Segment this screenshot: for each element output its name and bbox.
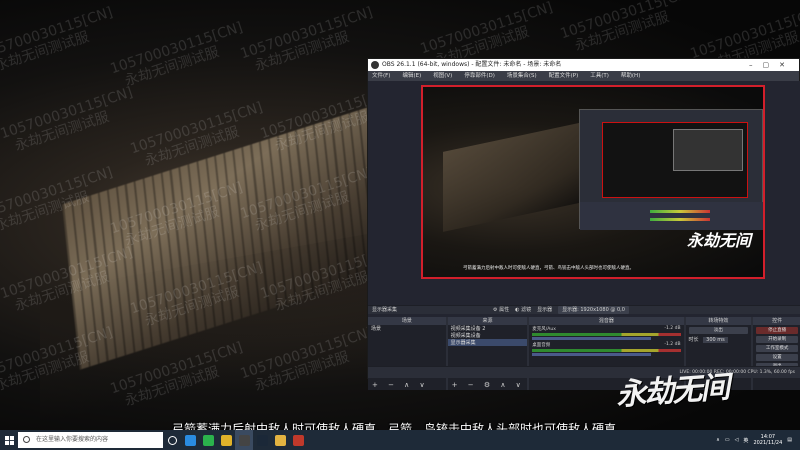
preview-area: 永劫无间 弓箭蓄满力后射中敌人时可使敌人硬直，弓箭、鸟铳击中敌人头部时也可使敌人… xyxy=(368,81,800,390)
scenes-dock: 场景 场景 + − ∧ ∨ xyxy=(368,317,446,390)
mixer-channel: 麦克风/Aux -1.2 dB xyxy=(529,325,683,341)
menu-file[interactable]: 文件(F) xyxy=(372,71,390,81)
obs-icon[interactable] xyxy=(235,430,253,450)
search-placeholder: 在这里输入你要搜索的内容 xyxy=(36,436,109,443)
filters-button[interactable]: ◐ 滤镜 xyxy=(515,306,531,314)
game-logo: 永劫无间 xyxy=(615,370,730,413)
source-item-selected[interactable]: 显示器采集 xyxy=(447,339,528,346)
notifications-icon[interactable]: ▤ xyxy=(787,437,792,443)
taskbar-clock[interactable]: 14:07 2021/11/24 xyxy=(753,434,782,446)
transition-select[interactable]: 淡出 xyxy=(688,327,749,334)
controls-header: 控件 xyxy=(753,317,800,325)
wechat-icon[interactable] xyxy=(199,430,217,450)
display-select[interactable]: 显示器: 1920x1080 @ 0,0 xyxy=(558,306,629,314)
menu-view[interactable]: 视图(V) xyxy=(433,71,452,81)
channel-db: -1.2 dB xyxy=(664,342,681,347)
scenes-header: 场景 xyxy=(368,317,446,325)
edge-icon[interactable] xyxy=(181,430,199,450)
menu-docks[interactable]: 停靠部件(D) xyxy=(464,71,495,81)
app-red-icon[interactable] xyxy=(289,430,307,450)
search-icon xyxy=(23,436,30,443)
preview-game-logo: 永劫无间 xyxy=(686,231,751,250)
nested-preview-inner xyxy=(673,129,743,171)
source-item[interactable]: 视频采集设备 xyxy=(448,332,528,339)
file-explorer-icon[interactable] xyxy=(271,430,289,450)
windows-logo-icon xyxy=(4,435,14,445)
scene-item[interactable]: 场景 xyxy=(368,325,446,332)
screen: 105700030115[CN]永劫无间测试服105700030115[CN]永… xyxy=(0,0,800,450)
channel-name: 麦克风/Aux xyxy=(532,327,556,332)
menu-tools[interactable]: 工具(T) xyxy=(590,71,609,81)
display-label: 显示器 xyxy=(537,307,553,313)
properties-button[interactable]: ⚙ 属性 xyxy=(493,306,509,314)
steam-icon[interactable] xyxy=(253,430,271,450)
taskbar-search-box[interactable]: 在这里输入你要搜索的内容 xyxy=(18,432,163,448)
mixer-channel: 桌面音频 -1.2 dB xyxy=(529,341,683,357)
source-item[interactable]: 视频采集设备 2 xyxy=(448,325,528,332)
obs-preview[interactable]: 永劫无间 弓箭蓄满力后射中敌人时可使敌人硬直，弓箭、鸟铳击中敌人头部时也可使敌人… xyxy=(421,85,765,279)
obs-titlebar[interactable]: OBS 26.1.1 (64-bit, windows) - 配置文件: 未命名… xyxy=(368,59,799,71)
sources-dock: 来源 视频采集设备 2 视频采集设备 显示器采集 + − ⚙ ∧ ∨ xyxy=(447,317,528,390)
menu-help[interactable]: 帮助(H) xyxy=(621,71,640,81)
system-tray: ∧ ▭ ◁ 英 14:07 2021/11/24 ▤ xyxy=(716,434,800,446)
start-button[interactable] xyxy=(0,430,18,450)
nested-meter xyxy=(650,210,710,213)
obs-window[interactable]: OBS 26.1.1 (64-bit, windows) - 配置文件: 未命名… xyxy=(367,58,800,390)
obs-menubar: 文件(F) 编辑(E) 视图(V) 停靠部件(D) 场景集合(S) 配置文件(P… xyxy=(368,71,799,81)
source-toolbar: 显示器采集 ⚙ 属性 ◐ 滤镜 显示器 显示器: 1920x1080 @ 0,0 xyxy=(368,305,800,314)
task-view-icon[interactable] xyxy=(163,430,181,450)
nested-meter xyxy=(650,218,710,221)
obs-docks: 场景 场景 + − ∧ ∨ 来源 视频采集设备 2 视频采集设备 显示器采集 +… xyxy=(368,317,800,390)
source-name: 显示器采集 xyxy=(372,307,398,313)
volume-icon[interactable]: ◁ xyxy=(735,437,739,443)
volume-meter xyxy=(532,349,681,352)
obs-status-bar: LIVE: 00:00:00 REC: 00:00:00 CPU: 1.3%, … xyxy=(368,366,800,378)
menu-edit[interactable]: 编辑(E) xyxy=(402,71,421,81)
controls-dock: 控件 停止直播 开始录制 工作室模式 设置 退出 xyxy=(753,317,800,390)
taskbar-apps xyxy=(181,430,307,450)
duration-input[interactable]: 300 ms xyxy=(703,337,728,343)
mixer-header: 混音器 xyxy=(529,317,684,325)
settings-button[interactable]: 设置 xyxy=(756,354,799,361)
tray-chevron-icon[interactable]: ∧ xyxy=(716,437,720,443)
obs-logo-icon xyxy=(371,61,379,69)
stop-streaming-button[interactable]: 停止直播 xyxy=(756,327,799,334)
obs-window-title: OBS 26.1.1 (64-bit, windows) - 配置文件: 未命名… xyxy=(382,61,562,68)
scenes-footer-buttons[interactable]: + − ∧ ∨ xyxy=(368,381,446,390)
nested-obs-preview xyxy=(579,109,763,230)
studio-mode-button[interactable]: 工作室模式 xyxy=(756,345,799,352)
sources-footer-buttons[interactable]: + − ⚙ ∧ ∨ xyxy=(448,381,528,390)
sources-header: 来源 xyxy=(447,317,528,325)
app-yellow-icon[interactable] xyxy=(217,430,235,450)
preview-scroll-image xyxy=(443,122,583,232)
duration-row: 时长 300 ms xyxy=(686,336,752,343)
ime-icon[interactable]: 英 xyxy=(743,437,748,444)
volume-slider[interactable] xyxy=(532,353,651,356)
transitions-header: 转场特效 xyxy=(685,317,752,325)
nested-docks xyxy=(580,202,763,230)
channel-db: -1.2 dB xyxy=(664,326,681,331)
clock-date: 2021/11/24 xyxy=(753,440,783,446)
preview-subtitle: 弓箭蓄满力后射中敌人时可使敌人硬直，弓箭、鸟铳击中敌人头部时也可使敌人硬直。 xyxy=(463,266,634,271)
network-icon[interactable]: ▭ xyxy=(725,437,730,443)
duration-label: 时长 xyxy=(688,337,699,343)
window-controls[interactable]: –▢✕ xyxy=(749,59,795,71)
volume-meter xyxy=(532,333,681,336)
menu-scene-collection[interactable]: 场景集合(S) xyxy=(507,71,537,81)
volume-slider[interactable] xyxy=(532,337,651,340)
taskbar: 在这里输入你要搜索的内容 ∧ ▭ ◁ 英 14:07 2021/11/24 ▤ xyxy=(0,430,800,450)
start-recording-button[interactable]: 开始录制 xyxy=(756,336,799,343)
channel-name: 桌面音频 xyxy=(532,343,551,348)
nested-preview-frame xyxy=(602,122,748,198)
menu-profile[interactable]: 配置文件(P) xyxy=(549,71,579,81)
